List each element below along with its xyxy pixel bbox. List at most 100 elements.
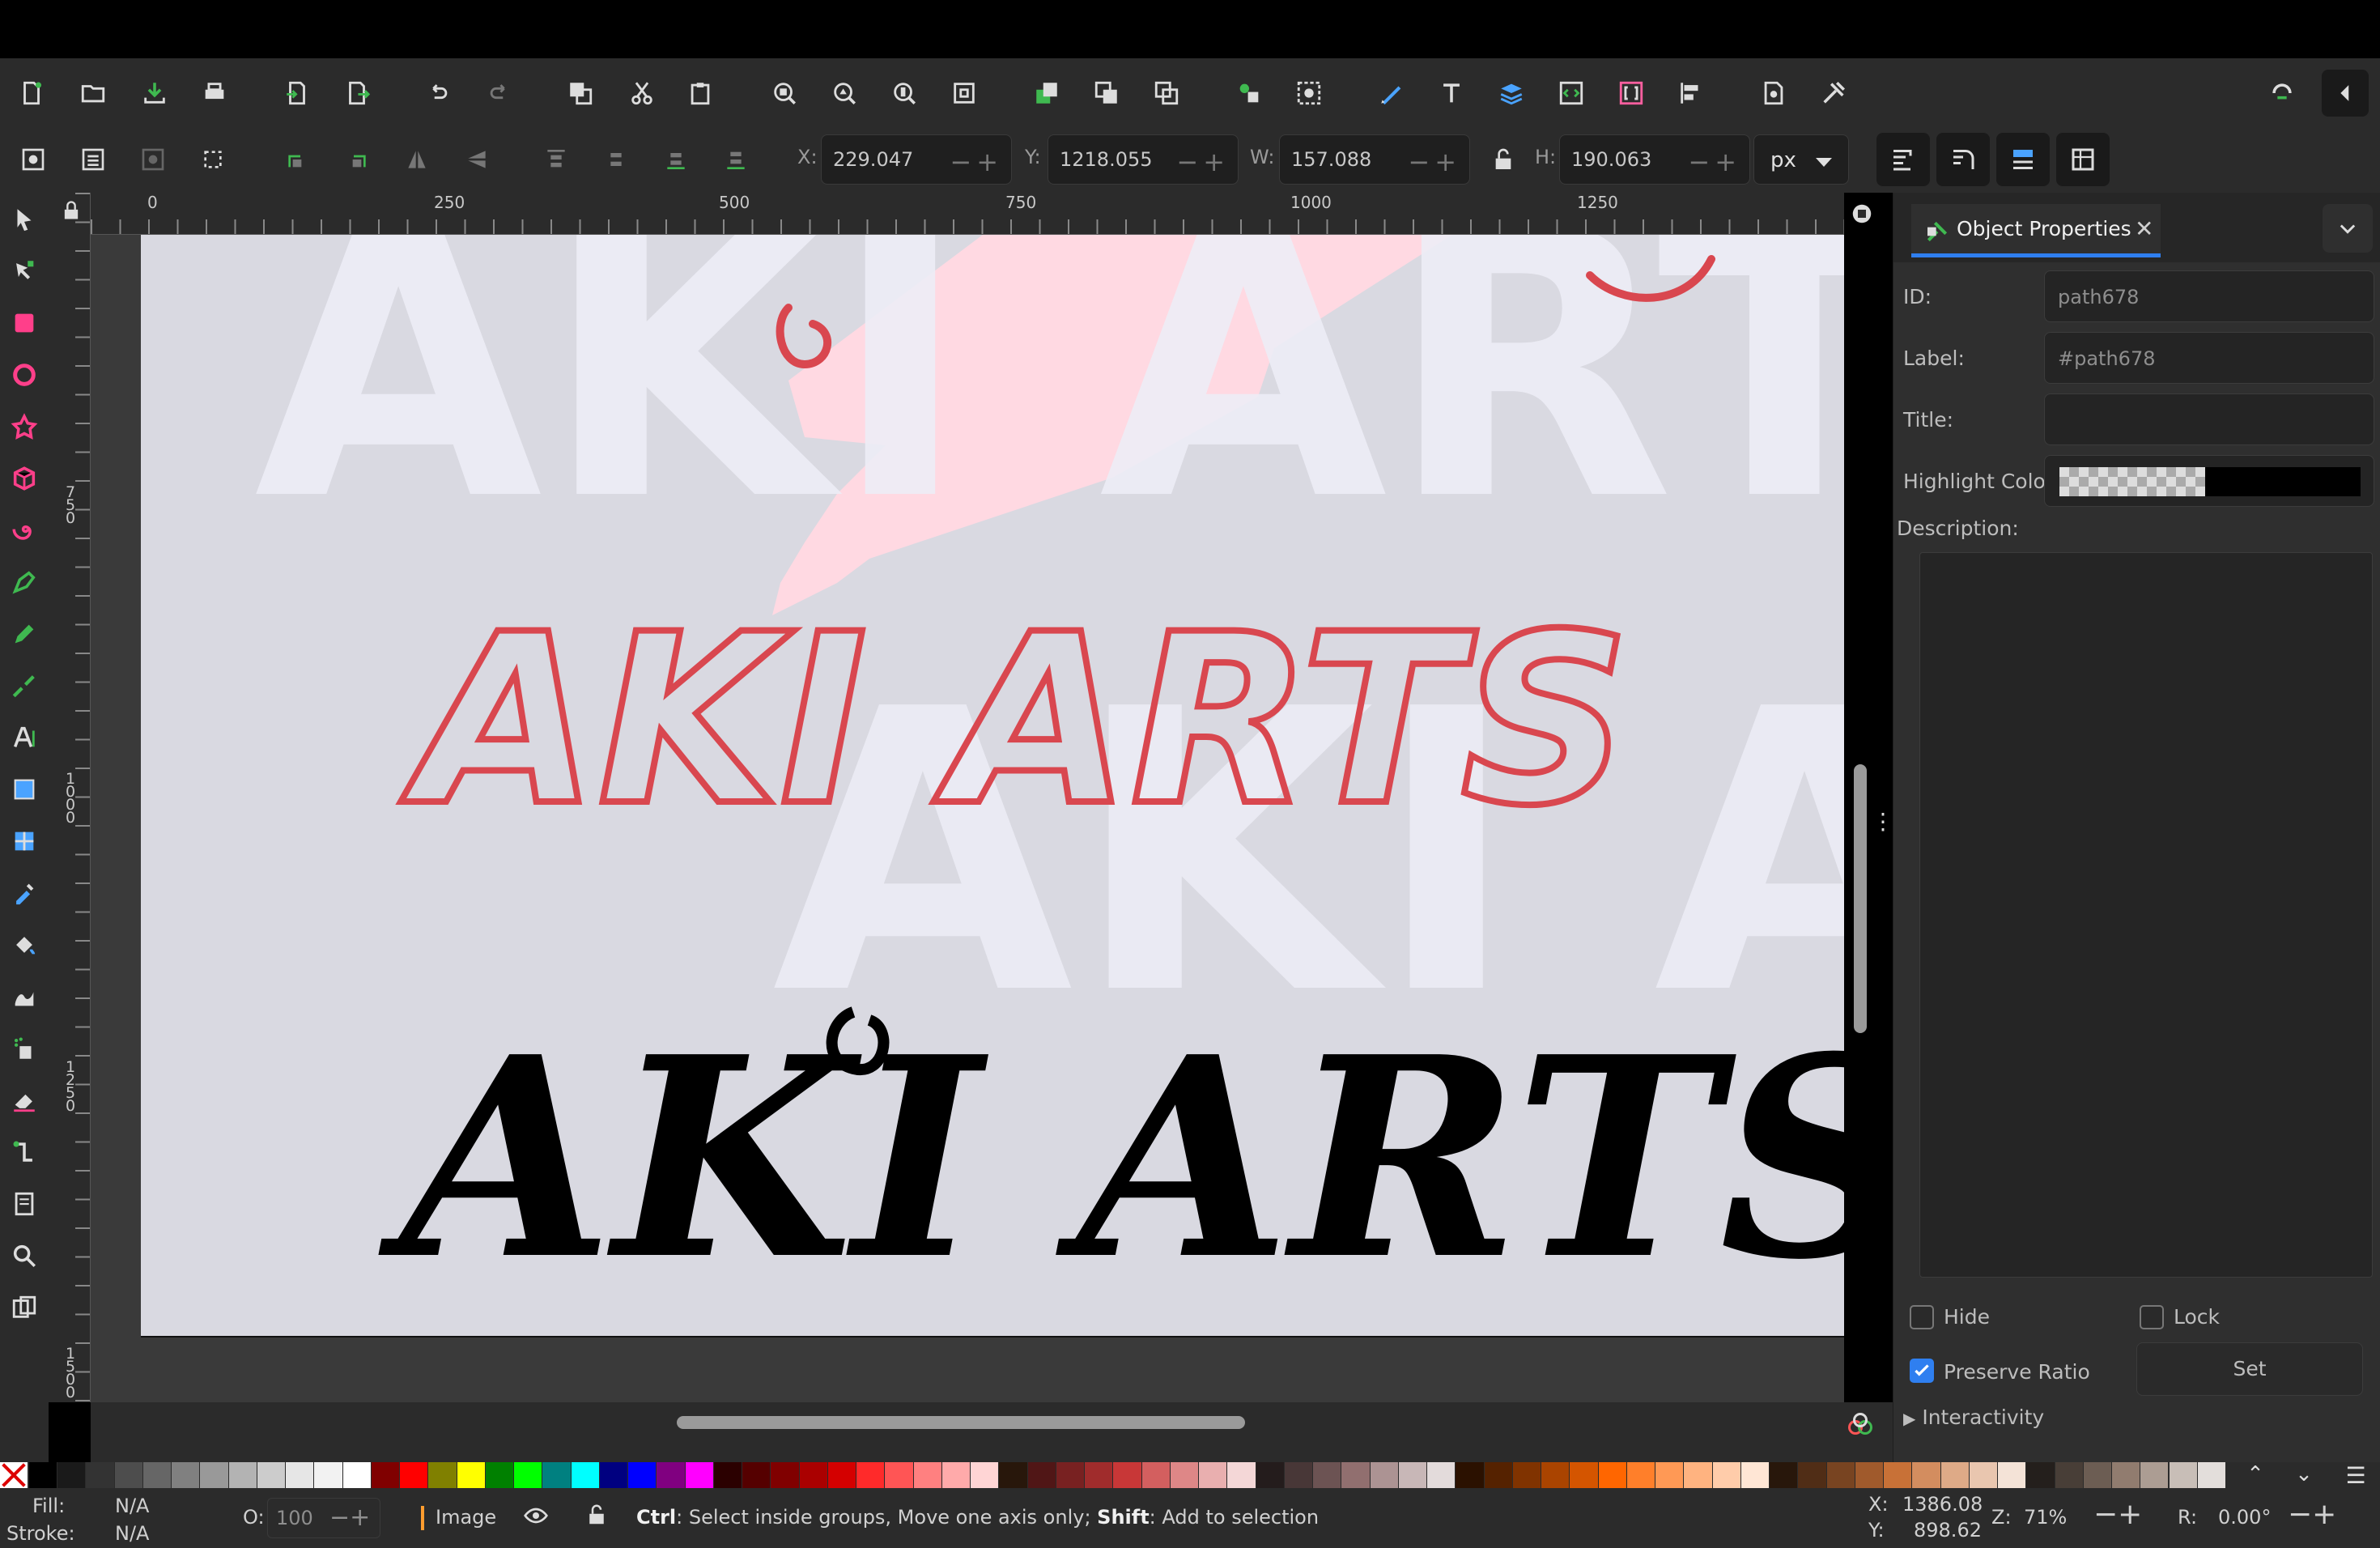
print-icon[interactable] <box>196 74 233 112</box>
palette-swatch[interactable] <box>1740 1462 1770 1488</box>
description-textarea[interactable] <box>1919 552 2373 1278</box>
raise-icon[interactable] <box>1028 74 1065 112</box>
palette-swatch[interactable] <box>1884 1462 1912 1488</box>
lock-icon[interactable] <box>584 1503 614 1532</box>
align-icon[interactable] <box>1672 74 1710 112</box>
y-input[interactable]: 1218.055 −+ <box>1048 134 1239 185</box>
palette-swatch[interactable] <box>428 1462 457 1488</box>
id-field[interactable]: path678 <box>2044 270 2374 322</box>
paint-bucket-tool-icon[interactable] <box>5 925 44 965</box>
rotate-value[interactable]: 0.00° <box>2218 1506 2271 1529</box>
ungroup-icon[interactable] <box>1290 74 1328 112</box>
document-page[interactable]: AKI ARTS AKI ARTS AKI ARTS AKI ARTS <box>141 235 1844 1336</box>
lock-guides-icon[interactable] <box>60 199 83 228</box>
palette-swatch[interactable] <box>885 1462 913 1488</box>
vertical-ruler[interactable]: 750 1000 1250 1500 <box>49 193 91 1402</box>
rectangle-tool-icon[interactable] <box>5 303 44 343</box>
palette-swatch[interactable] <box>57 1462 86 1488</box>
zoom-selection-icon[interactable] <box>766 74 803 112</box>
palette-swatch[interactable] <box>856 1462 885 1488</box>
clone-icon[interactable] <box>1088 74 1125 112</box>
palette-swatch[interactable] <box>2055 1462 2083 1488</box>
horizontal-ruler[interactable]: 0 250 500 750 1000 1250 <box>91 193 1844 235</box>
palette-swatch[interactable] <box>1027 1462 1056 1488</box>
cut-icon[interactable] <box>623 74 661 112</box>
raise-to-top-icon[interactable] <box>538 141 575 178</box>
palette-swatch[interactable] <box>1341 1462 1370 1488</box>
palette-swatch[interactable] <box>2083 1462 2111 1488</box>
palette-swatch[interactable] <box>29 1462 57 1488</box>
object-props-icon[interactable] <box>1613 74 1650 112</box>
x-input[interactable]: 229.047 −+ <box>821 134 1012 185</box>
palette-swatch[interactable] <box>913 1462 941 1488</box>
fill-value[interactable]: N/A <box>115 1495 149 1517</box>
pen-tool-icon[interactable] <box>5 562 44 602</box>
flip-horizontal-icon[interactable] <box>398 141 436 178</box>
palette-menu-icon[interactable]: ☰ <box>2340 1462 2372 1489</box>
ellipse-tool-icon[interactable] <box>5 355 44 395</box>
palette-swatch[interactable] <box>1398 1462 1427 1488</box>
close-icon[interactable]: ✕ <box>2135 215 2153 242</box>
text-font-icon[interactable] <box>1433 74 1470 112</box>
h-stepper-icon[interactable]: −+ <box>1688 147 1741 177</box>
highlight-color-button[interactable] <box>2044 455 2374 507</box>
palette-swatch[interactable] <box>571 1462 599 1488</box>
preferences-icon[interactable] <box>1815 74 1852 112</box>
palette-swatch[interactable] <box>1570 1462 1598 1488</box>
palette-swatch[interactable] <box>742 1462 771 1488</box>
duplicate-icon[interactable] <box>562 74 599 112</box>
zoom-page-icon[interactable] <box>886 74 923 112</box>
no-paint-swatch[interactable] <box>0 1462 28 1488</box>
undo-icon[interactable] <box>419 74 457 112</box>
palette-swatch[interactable] <box>2197 1462 2225 1488</box>
save-icon[interactable] <box>136 74 173 112</box>
lower-to-bottom-icon[interactable] <box>717 141 754 178</box>
palette-swatch[interactable] <box>1313 1462 1341 1488</box>
palette-swatch[interactable] <box>941 1462 971 1488</box>
palette-swatch[interactable] <box>1712 1462 1740 1488</box>
palette-swatch[interactable] <box>1512 1462 1541 1488</box>
set-button[interactable]: Set <box>2136 1342 2363 1396</box>
palette-swatch[interactable] <box>2169 1462 2197 1488</box>
spiral-tool-icon[interactable] <box>5 510 44 551</box>
tweak-tool-icon[interactable] <box>5 976 44 1017</box>
palette-swatch[interactable] <box>314 1462 342 1488</box>
stroke-value[interactable]: N/A <box>115 1522 149 1545</box>
palette-swatch[interactable] <box>1199 1462 1227 1488</box>
palette-swatch[interactable] <box>257 1462 286 1488</box>
rotate-stepper-icon[interactable]: −+ <box>2288 1498 2336 1531</box>
dropper-tool-icon[interactable] <box>5 873 44 913</box>
flip-vertical-icon[interactable] <box>458 141 495 178</box>
palette-swatch[interactable] <box>713 1462 742 1488</box>
current-layer[interactable]: Image <box>436 1506 496 1529</box>
palette-swatch[interactable] <box>114 1462 142 1488</box>
move-patterns-icon[interactable] <box>2056 133 2110 186</box>
palette-swatch[interactable] <box>771 1462 799 1488</box>
palette-swatch[interactable] <box>342 1462 371 1488</box>
raise-icon[interactable] <box>597 141 635 178</box>
redo-icon[interactable] <box>481 74 518 112</box>
palette-swatch[interactable] <box>685 1462 713 1488</box>
label-field[interactable]: #path678 <box>2044 332 2374 384</box>
rotate-cw-icon[interactable] <box>338 141 376 178</box>
palette-swatch[interactable] <box>1826 1462 1855 1488</box>
selector-tool-icon[interactable] <box>5 199 44 240</box>
title-field[interactable] <box>2044 393 2374 445</box>
deselect-icon[interactable] <box>134 141 172 178</box>
palette-swatch[interactable] <box>971 1462 999 1488</box>
lower-icon[interactable] <box>657 141 695 178</box>
node-tool-icon[interactable] <box>5 251 44 291</box>
connector-tool-icon[interactable] <box>5 1132 44 1172</box>
palette-swatch[interactable] <box>286 1462 314 1488</box>
paste-icon[interactable] <box>682 74 719 112</box>
palette-swatch[interactable] <box>1998 1462 2026 1488</box>
palette-swatch[interactable] <box>1541 1462 1570 1488</box>
vertical-scrollbar[interactable] <box>1854 764 1867 1033</box>
bounding-box-icon[interactable] <box>194 141 232 178</box>
palette-swatch[interactable] <box>1056 1462 1085 1488</box>
palette-swatch[interactable] <box>1655 1462 1684 1488</box>
palette-swatch[interactable] <box>1940 1462 1969 1488</box>
w-stepper-icon[interactable]: −+ <box>1408 147 1461 177</box>
unit-select[interactable]: px <box>1753 134 1849 185</box>
palette-swatch[interactable] <box>457 1462 485 1488</box>
